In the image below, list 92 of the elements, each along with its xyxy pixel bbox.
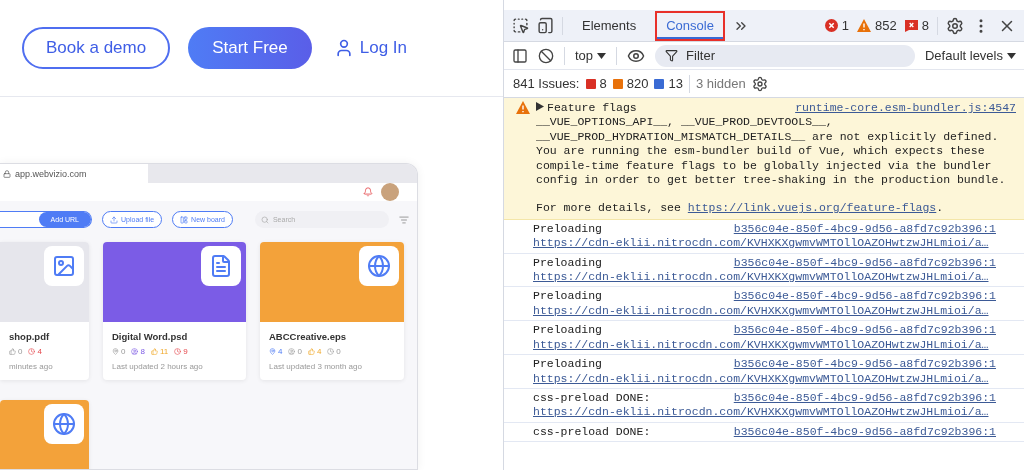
message-title: Preloading [533, 221, 602, 237]
message-text: __VUE_OPTIONS_API__, __VUE_PROD_DEVTOOLS__, __VUE_PROD_HYDRATION_MISMATCH_DETAILS__ are not explicitly defined. You are running the esm-bundler build of Vue, which expects these compile-time feature flags to be globally injected via the bundler config in order to get better tree-shaking in the production bundle. [536, 115, 1007, 188]
sidebar-icon[interactable] [512, 47, 528, 64]
source-link[interactable]: b356c04e-850f-4bc9-9d56-a8fd7c92b396:1 [733, 424, 996, 440]
stat-count: 4 [28, 347, 42, 357]
message-title: Feature flags [536, 101, 637, 116]
count-text: 1 [841, 18, 850, 33]
board-icon [180, 215, 189, 224]
levels-dropdown[interactable]: Default levels [924, 48, 1016, 63]
context-dropdown[interactable]: top [575, 48, 607, 63]
source-link[interactable]: b356c04e-850f-4bc9-9d56-a8fd7c92b396:1 [733, 323, 996, 338]
message-title: css-preload DONE: [533, 424, 651, 440]
stat-count: 0 [9, 347, 23, 357]
error-icon [824, 19, 838, 32]
url-link[interactable]: https://cdn-eklii.nitrocdn.com/KVHXKXgwmvWMTOllOAZOHwtzwJHLmioi/a… [533, 270, 996, 285]
source-link[interactable]: b356c04e-850f-4bc9-9d56-a8fd7c92b396:1 [733, 289, 996, 304]
file-name: shop.pdf [8, 330, 51, 345]
stat-count: 8 [131, 347, 145, 357]
updated-text: Last updated 2 hours ago [111, 361, 204, 374]
url-link[interactable]: https://cdn-eklii.nitrocdn.com/KVHXKXgwmvWMTOllOAZOHwtzwJHLmioi/a… [533, 337, 996, 353]
avatar [381, 183, 399, 202]
hidden-count: 3 hidden [695, 76, 746, 91]
counter[interactable]: 1 [824, 18, 850, 33]
source-link[interactable]: b356c04e-850f-4bc9-9d56-a8fd7c92b396:1 [733, 357, 996, 372]
url-link[interactable]: https://cdn-eklii.nitrocdn.com/KVHXKXgwmvWMTOllOAZOHwtzwJHLmioi/a… [533, 405, 996, 420]
issue-count[interactable]: 8 [585, 76, 607, 91]
caret-icon [597, 52, 607, 59]
globe-icon [367, 254, 391, 279]
info-issue-icon [654, 78, 665, 89]
updated-text: Last updated 3 month ago [268, 361, 363, 374]
warning-issue-icon [612, 78, 623, 89]
bell-icon [363, 187, 373, 198]
list-icon [399, 214, 409, 225]
stat-count: 0 [327, 347, 341, 357]
counter[interactable]: 8 [904, 18, 929, 33]
upload-icon [110, 215, 118, 224]
source-link[interactable]: b356c04e-850f-4bc9-9d56-a8fd7c92b396:1 [733, 390, 996, 406]
stat-count: 11 [150, 347, 169, 357]
count-text: 820 [626, 76, 649, 91]
caret-icon [1007, 52, 1016, 59]
stat-count: 9 [174, 347, 188, 357]
lock-icon [3, 169, 11, 178]
docs-link[interactable]: https://link.vuejs.org/feature-flags [687, 201, 937, 215]
url-link[interactable]: https://cdn-eklii.nitrocdn.com/KVHXKXgwmvWMTOllOAZOHwtzwJHLmioi/a… [533, 371, 996, 386]
message-title: Preloading [533, 255, 602, 271]
stat-count: 4 [307, 347, 322, 357]
image-icon [52, 254, 76, 279]
start-button[interactable]: Start Free [188, 27, 312, 69]
devtools-tab[interactable]: Elements [571, 10, 648, 41]
expand-triangle-icon[interactable] [536, 102, 544, 111]
source-link[interactable]: b356c04e-850f-4bc9-9d56-a8fd7c92b396:1 [733, 221, 996, 237]
message-title: Preloading [533, 323, 602, 338]
error-issue-icon [585, 78, 596, 89]
issue-icon [904, 19, 918, 32]
message-title: css-preload DONE: [533, 390, 651, 406]
filter-field[interactable]: Filter [655, 44, 915, 67]
inspect-icon[interactable] [512, 17, 529, 34]
stat-count: 0 [112, 347, 126, 357]
device-icon[interactable] [537, 17, 554, 34]
demo-button[interactable]: Book a demo [22, 27, 171, 69]
updated-text: minutes ago [8, 361, 54, 374]
url-text: app.webvizio.com [15, 168, 87, 179]
details-text: For more details, see https://link.vuejs.org/feature-flags. [536, 201, 945, 216]
count-text: 8 [599, 76, 607, 91]
login-link[interactable]: Log In [329, 27, 412, 69]
search-icon [260, 215, 269, 224]
count-text: 13 [668, 76, 683, 91]
issues-label: 841 Issues: [513, 76, 580, 91]
message-title: Preloading [533, 289, 602, 304]
filter-icon [665, 49, 679, 62]
settings-icon[interactable] [751, 75, 768, 92]
issue-count[interactable]: 13 [654, 76, 683, 91]
message-title: Preloading [533, 357, 602, 372]
devtools-tab[interactable]: Console [655, 10, 725, 41]
stat-count: 4 [269, 347, 283, 357]
file-name: Digital Word.psd [111, 330, 189, 345]
clear-icon[interactable] [538, 47, 554, 64]
url-link[interactable]: https://cdn-eklii.nitrocdn.com/KVHXKXgwmvWMTOllOAZOHwtzwJHLmioi/a… [533, 303, 996, 319]
count-text: 8 [921, 18, 929, 33]
url-link[interactable]: https://cdn-eklii.nitrocdn.com/KVHXKXgwmvWMTOllOAZOHwtzwJHLmioi/a… [533, 236, 996, 251]
warning-icon [857, 19, 872, 32]
document-icon [209, 254, 233, 279]
source-link[interactable]: b356c04e-850f-4bc9-9d56-a8fd7c92b396:1 [733, 255, 996, 271]
stat-count: 0 [288, 347, 302, 357]
warning-icon [516, 101, 530, 114]
source-link[interactable]: runtime-core.esm-bundler.js:4547 [795, 101, 1016, 116]
count-text: 852 [875, 18, 897, 33]
issue-count[interactable]: 820 [612, 76, 649, 91]
settings-icon[interactable] [946, 16, 964, 35]
counter[interactable]: 852 [857, 18, 897, 33]
file-name: ABCCreative.eps [268, 330, 348, 345]
globe-icon [52, 412, 76, 437]
